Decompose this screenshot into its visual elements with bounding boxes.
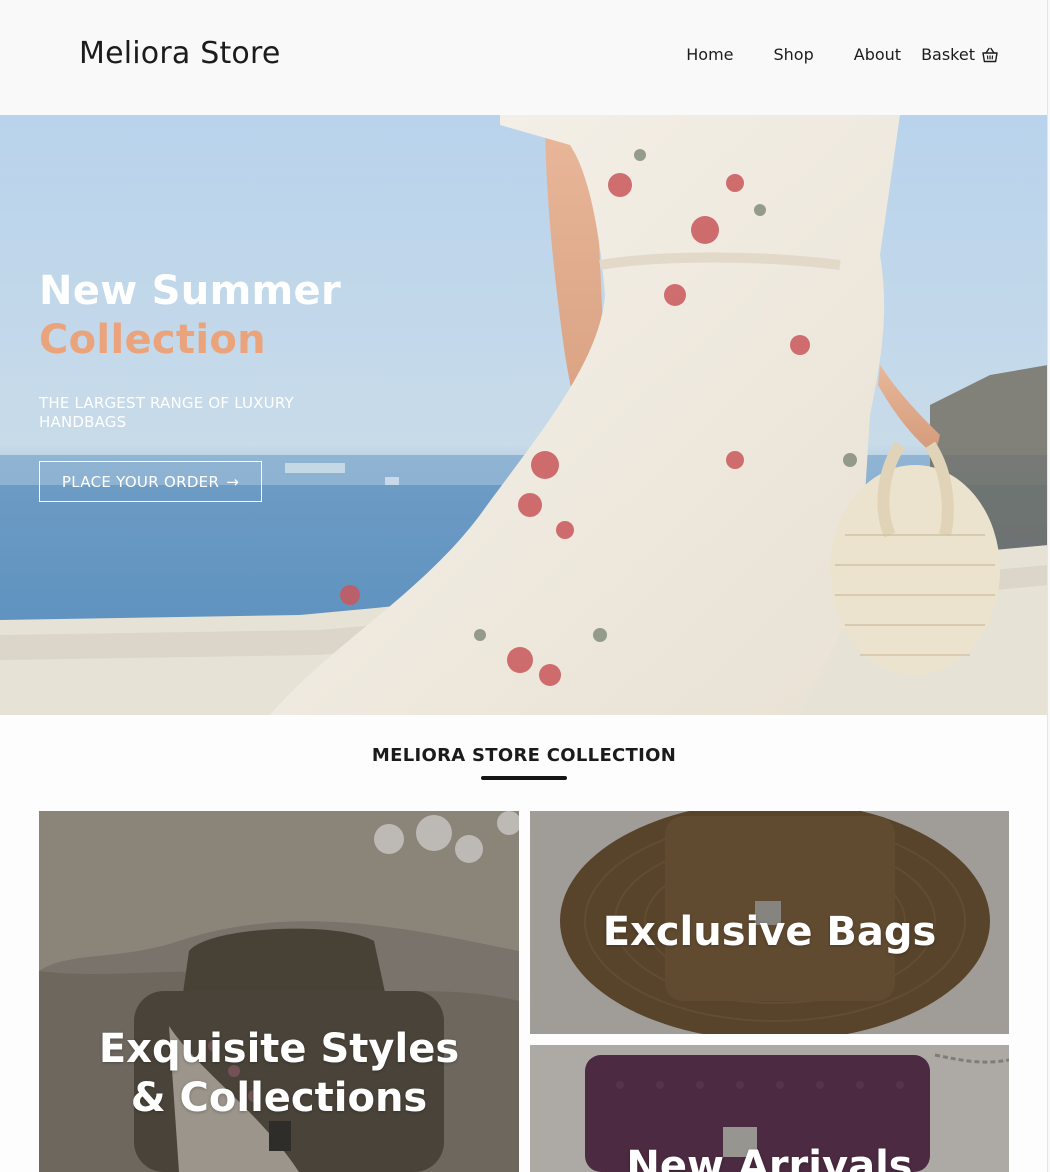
nav-about-link[interactable]: About	[854, 45, 901, 64]
brand-logo[interactable]: Meliora Store	[79, 36, 281, 71]
nav-home-link[interactable]: Home	[686, 45, 733, 64]
collection-tile-exclusive[interactable]: Exclusive Bags	[530, 811, 1009, 1034]
place-order-label: PLACE YOUR ORDER	[61, 472, 220, 491]
page: Meliora Store Home Shop About Basket New…	[0, 0, 1048, 1172]
arrow-right-icon: →	[226, 472, 240, 491]
tile-styles-label-line2: & Collections	[130, 1075, 428, 1121]
collection-title-underline	[481, 776, 567, 780]
tile-new-arrivals-label: New Arrivals	[626, 1143, 913, 1172]
place-order-button[interactable]: PLACE YOUR ORDER →	[39, 461, 262, 502]
tile-styles-label: Exquisite Styles & Collections	[39, 1025, 519, 1123]
hero-title-line1: New Summer	[39, 268, 341, 314]
nav-shop-link[interactable]: Shop	[774, 45, 814, 64]
tile-exclusive-label: Exclusive Bags	[602, 909, 937, 955]
hero-subtitle: THE LARGEST RANGE OF LUXURY HANDBAGS	[39, 394, 294, 431]
hero-title-accent: Collection	[39, 317, 266, 363]
site-header: Meliora Store Home Shop About Basket	[0, 0, 1047, 115]
hero-banner: New Summer Collection THE LARGEST RANGE …	[0, 115, 1047, 715]
hero-title: New Summer Collection	[39, 267, 341, 365]
collection-tile-styles[interactable]: Exquisite Styles & Collections	[39, 811, 519, 1172]
collection-title: MELIORA STORE COLLECTION	[371, 745, 677, 766]
nav-basket-link[interactable]: Basket	[921, 45, 999, 64]
collection-tile-new-arrivals[interactable]: New Arrivals	[530, 1045, 1009, 1172]
main-nav: Home Shop About Basket	[686, 45, 999, 64]
basket-label: Basket	[921, 45, 975, 64]
tile-styles-label-line1: Exquisite Styles	[98, 1026, 460, 1072]
basket-icon	[981, 46, 999, 64]
